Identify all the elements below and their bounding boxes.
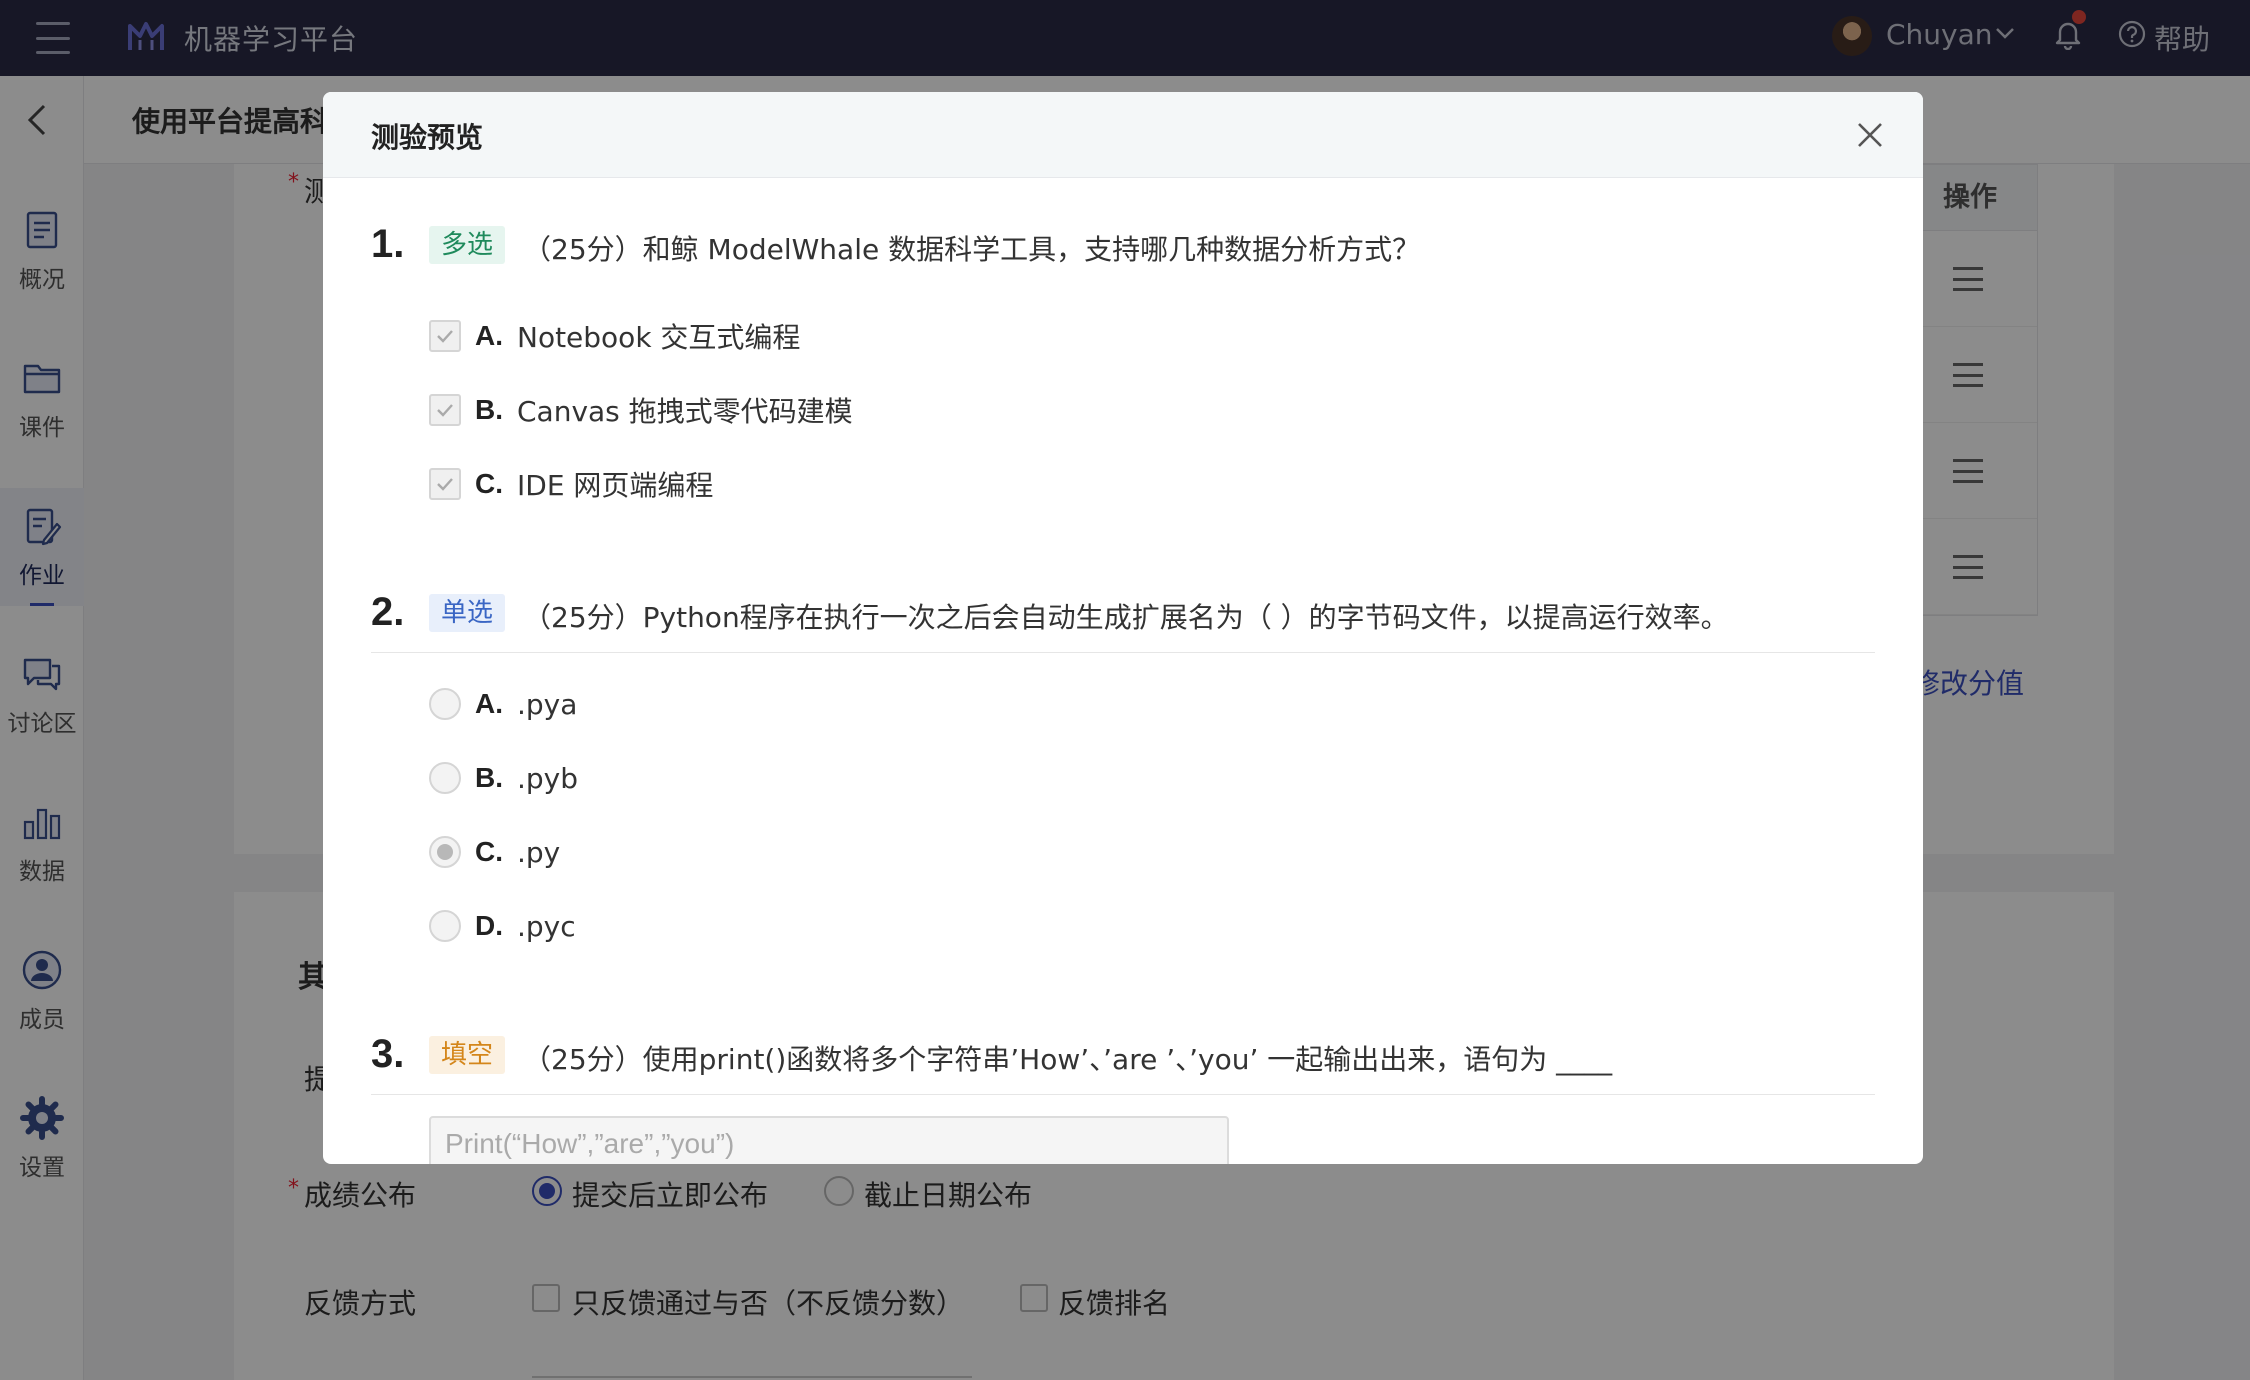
question-type-tag: 单选 — [429, 594, 506, 632]
check-icon — [437, 330, 453, 343]
modal-body[interactable]: 1. 多选 （25分）和鲸 ModelWhale 数据科学工具，支持哪几种数据分… — [371, 178, 1875, 1164]
modal-header: 测验预览 — [323, 92, 1923, 178]
option-1a[interactable]: A. Notebook 交互式编程 — [429, 318, 800, 354]
question-type-tag: 多选 — [429, 226, 506, 264]
option-text: .py — [517, 835, 561, 869]
option-letter: C. — [475, 836, 503, 867]
question-type-tag: 填空 — [429, 1036, 506, 1074]
checkbox[interactable] — [429, 320, 461, 352]
check-icon — [437, 404, 453, 417]
question-text: （25分）使用print()函数将多个字符串’How’、’are ’、’you’… — [523, 1043, 1613, 1076]
close-icon[interactable] — [1853, 118, 1887, 152]
radio-button[interactable] — [429, 910, 461, 942]
question-divider — [371, 652, 1875, 653]
quiz-preview-modal: 测验预览 1. 多选 （25分）和鲸 ModelWhale 数据科学工具，支持哪… — [323, 92, 1923, 1164]
option-letter: B. — [475, 394, 503, 425]
option-text: Canvas 拖拽式零代码建模 — [517, 395, 853, 428]
option-letter: D. — [475, 910, 503, 941]
option-1b[interactable]: B. Canvas 拖拽式零代码建模 — [429, 392, 853, 428]
option-text: IDE 网页端编程 — [517, 469, 714, 502]
option-letter: A. — [475, 688, 503, 719]
checkbox[interactable] — [429, 468, 461, 500]
question-text: （25分）Python程序在执行一次之后会自动生成扩展名为（ ）的字节码文件，以… — [523, 601, 1729, 634]
radio-button-selected[interactable] — [429, 836, 461, 868]
option-2a[interactable]: A. .pya — [429, 686, 577, 722]
option-text: .pya — [517, 687, 578, 721]
option-text: .pyc — [517, 909, 576, 943]
fill-blank-answer-input[interactable]: Print(“How”,”are”,”you”) — [429, 1116, 1229, 1164]
option-1c[interactable]: C. IDE 网页端编程 — [429, 466, 713, 502]
modal-title: 测验预览 — [371, 121, 484, 154]
question-text: （25分）和鲸 ModelWhale 数据科学工具，支持哪几种数据分析方式？ — [523, 233, 1421, 266]
option-letter: C. — [475, 468, 503, 499]
radio-button[interactable] — [429, 688, 461, 720]
question-number: 3. — [371, 1032, 405, 1076]
option-text: Notebook 交互式编程 — [517, 321, 801, 354]
check-icon — [437, 478, 453, 491]
question-number: 1. — [371, 222, 405, 266]
option-letter: A. — [475, 320, 503, 351]
option-text: .pyb — [517, 761, 579, 795]
checkbox[interactable] — [429, 394, 461, 426]
option-2c[interactable]: C. .py — [429, 834, 560, 870]
radio-button[interactable] — [429, 762, 461, 794]
option-2b[interactable]: B. .pyb — [429, 760, 578, 796]
question-number: 2. — [371, 590, 405, 634]
option-2d[interactable]: D. .pyc — [429, 908, 576, 944]
question-divider — [371, 1094, 1875, 1095]
option-letter: B. — [475, 762, 503, 793]
